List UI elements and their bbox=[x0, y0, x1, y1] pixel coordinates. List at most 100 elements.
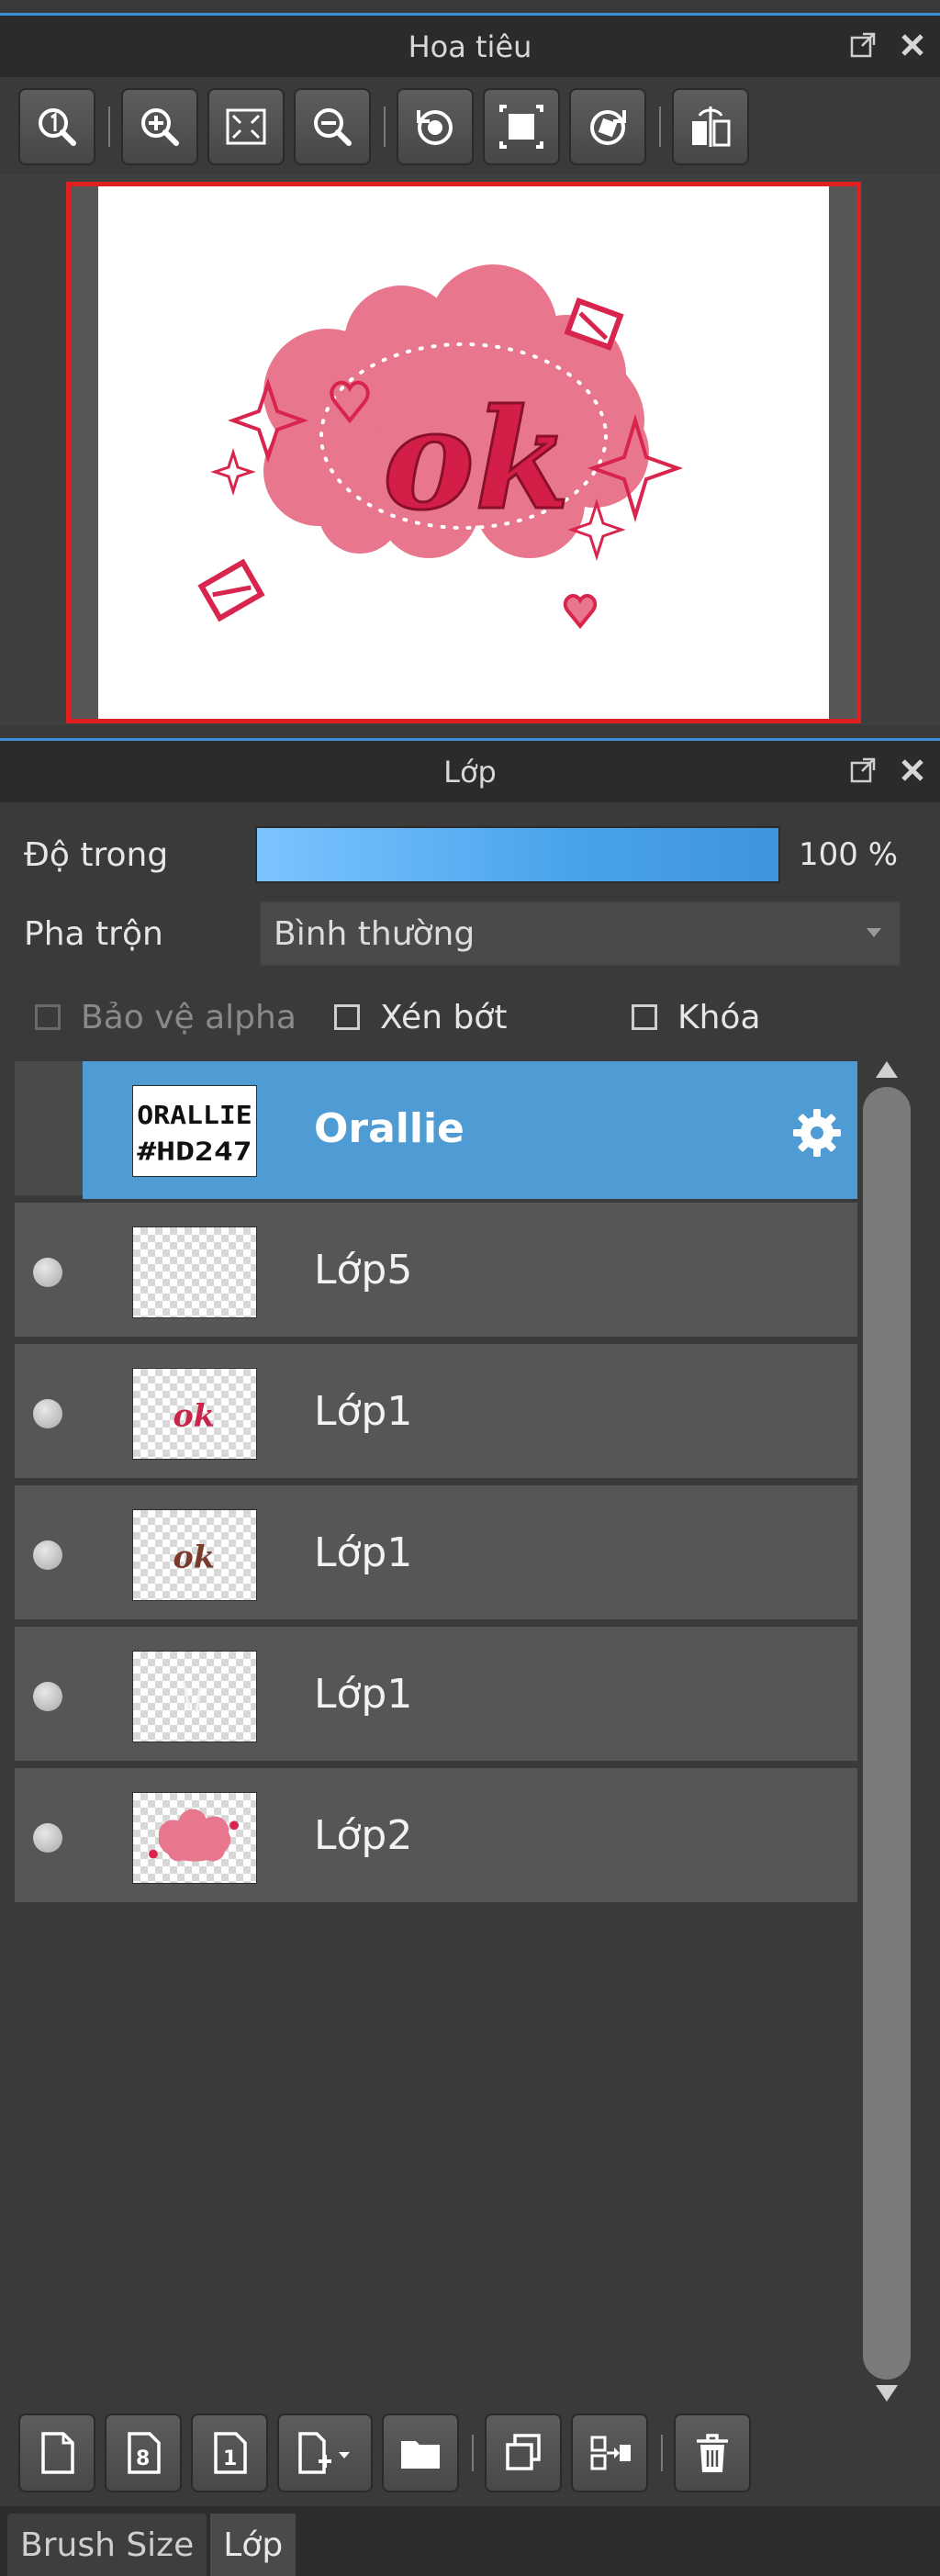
popout-icon[interactable] bbox=[848, 756, 878, 785]
thumb-lettering: ok bbox=[173, 1398, 214, 1434]
layer-thumbnail: ok bbox=[132, 1368, 257, 1460]
layer-toolbar: 8 1 bbox=[18, 2407, 927, 2499]
visibility-dot-icon[interactable] bbox=[33, 1682, 62, 1711]
flip-button[interactable] bbox=[672, 88, 749, 165]
fit-canvas-button[interactable] bbox=[483, 88, 560, 165]
layers-header: Lớp bbox=[0, 738, 940, 802]
layer-name: Lớp1 bbox=[314, 1388, 413, 1435]
layer-row[interactable]: ORALLIE #HD247 Orallie bbox=[15, 1061, 857, 1199]
opacity-row: Độ trong 100 % bbox=[0, 821, 940, 889]
fit-canvas-icon bbox=[498, 103, 545, 151]
new-layer-icon bbox=[34, 2430, 80, 2476]
new-8bit-layer-icon: 8 bbox=[120, 2430, 166, 2476]
thumb-lettering: ok bbox=[173, 1540, 214, 1575]
flip-icon bbox=[687, 103, 734, 151]
new-layer-button[interactable] bbox=[18, 2414, 95, 2492]
layer-row[interactable]: ok Lớp1 bbox=[15, 1344, 857, 1482]
new-8bit-layer-button[interactable]: 8 bbox=[105, 2414, 182, 2492]
popout-icon[interactable] bbox=[848, 30, 878, 60]
lock-checkbox[interactable]: Khóa bbox=[632, 999, 761, 1036]
scroll-up-icon[interactable] bbox=[876, 1061, 898, 1078]
layer-row[interactable]: Lớp1 bbox=[15, 1627, 857, 1764]
blend-mode-value: Bình thường bbox=[274, 914, 476, 953]
navigator-toolbar bbox=[18, 88, 927, 165]
gear-icon[interactable] bbox=[789, 1105, 845, 1160]
zoom-actual-icon bbox=[33, 103, 81, 151]
layer-thumbnail bbox=[132, 1226, 257, 1318]
toolbar-divider bbox=[108, 106, 110, 147]
duplicate-layer-icon bbox=[500, 2430, 546, 2476]
merge-down-button[interactable] bbox=[571, 2414, 648, 2492]
duplicate-layer-button[interactable] bbox=[485, 2414, 562, 2492]
zoom-actual-button[interactable] bbox=[18, 88, 95, 165]
layer-name: Lớp1 bbox=[314, 1671, 413, 1718]
layer-thumbnail: ORALLIE #HD247 bbox=[132, 1085, 257, 1177]
rotate-right-icon bbox=[584, 103, 632, 151]
trash-icon bbox=[689, 2430, 735, 2476]
layer-name: Orallie bbox=[314, 1105, 464, 1152]
blend-label: Pha trộn bbox=[24, 914, 163, 953]
add-layer-menu-icon bbox=[295, 2430, 355, 2476]
visibility-dot-icon[interactable] bbox=[33, 1823, 62, 1853]
visibility-dot-icon[interactable] bbox=[33, 1540, 62, 1570]
toolbar-divider bbox=[472, 2435, 474, 2471]
artwork-preview: ok bbox=[197, 264, 684, 630]
protect-alpha-checkbox[interactable]: Bảo vệ alpha bbox=[35, 999, 297, 1036]
layer-name: Lớp5 bbox=[314, 1247, 413, 1294]
rotate-left-button[interactable] bbox=[397, 88, 474, 165]
thumb-text-line2: #HD247 bbox=[137, 1137, 252, 1166]
protect-alpha-label: Bảo vệ alpha bbox=[81, 998, 297, 1036]
rotate-right-button[interactable] bbox=[569, 88, 646, 165]
rotate-left-icon bbox=[411, 103, 459, 151]
visibility-dot-icon[interactable] bbox=[33, 1399, 62, 1428]
folder-icon bbox=[397, 2430, 443, 2476]
fit-screen-button[interactable] bbox=[207, 88, 285, 165]
close-icon[interactable] bbox=[898, 30, 927, 60]
merge-down-icon bbox=[587, 2430, 632, 2476]
new-1bit-layer-icon: 1 bbox=[207, 2430, 252, 2476]
layer-options-row: Bảo vệ alpha Xén bớt Khóa bbox=[0, 986, 940, 1048]
layer-scrollbar[interactable] bbox=[861, 1056, 916, 2405]
blend-row: Pha trộn Bình thường bbox=[0, 900, 940, 968]
opacity-slider[interactable] bbox=[255, 826, 780, 883]
layer-row[interactable]: Lớp5 bbox=[15, 1203, 857, 1340]
layer-thumbnail: ok bbox=[132, 1509, 257, 1601]
tab-label: Brush Size bbox=[20, 2526, 195, 2564]
tab-brush-size[interactable]: Brush Size bbox=[7, 2514, 207, 2576]
opacity-label: Độ trong bbox=[24, 835, 169, 874]
navigator-header: Hoa tiêu bbox=[0, 13, 940, 77]
scroll-down-icon[interactable] bbox=[876, 2385, 898, 2402]
blend-mode-select[interactable]: Bình thường bbox=[259, 901, 901, 967]
new-folder-button[interactable] bbox=[382, 2414, 459, 2492]
new-1bit-layer-button[interactable]: 1 bbox=[191, 2414, 268, 2492]
toolbar-divider bbox=[661, 2435, 663, 2471]
add-layer-menu-button[interactable] bbox=[277, 2414, 373, 2492]
checkbox-icon bbox=[632, 1004, 657, 1030]
toolbar-divider bbox=[659, 106, 661, 147]
layer-name: Lớp1 bbox=[314, 1529, 413, 1576]
zoom-in-button[interactable] bbox=[121, 88, 198, 165]
tab-label: Lớp bbox=[223, 2526, 284, 2564]
close-icon[interactable] bbox=[898, 756, 927, 785]
checkbox-icon bbox=[35, 1004, 61, 1030]
visibility-dot-icon[interactable] bbox=[33, 1258, 62, 1287]
tab-layers[interactable]: Lớp bbox=[210, 2514, 297, 2576]
layer-row[interactable]: Lớp2 bbox=[15, 1768, 857, 1906]
navigator-preview-area[interactable]: ok bbox=[0, 174, 940, 725]
checkbox-icon bbox=[334, 1004, 360, 1030]
navigator-title: Hoa tiêu bbox=[408, 28, 532, 64]
fit-screen-icon bbox=[222, 103, 270, 151]
scroll-thumb[interactable] bbox=[863, 1087, 911, 2380]
zoom-out-button[interactable] bbox=[294, 88, 371, 165]
preview-viewport[interactable]: ok bbox=[66, 182, 861, 723]
clip-checkbox[interactable]: Xén bớt bbox=[334, 999, 507, 1036]
layer-name: Lớp2 bbox=[314, 1812, 413, 1859]
layer-thumbnail bbox=[132, 1651, 257, 1742]
layer-row[interactable]: ok Lớp1 bbox=[15, 1485, 857, 1623]
preview-lettering: ok bbox=[383, 379, 570, 541]
delete-layer-button[interactable] bbox=[674, 2414, 751, 2492]
zoom-out-icon bbox=[308, 103, 356, 151]
chevron-down-icon bbox=[867, 928, 881, 937]
thumb-text-line1: ORALLIE bbox=[137, 1102, 252, 1130]
layer-thumbnail bbox=[132, 1792, 257, 1884]
